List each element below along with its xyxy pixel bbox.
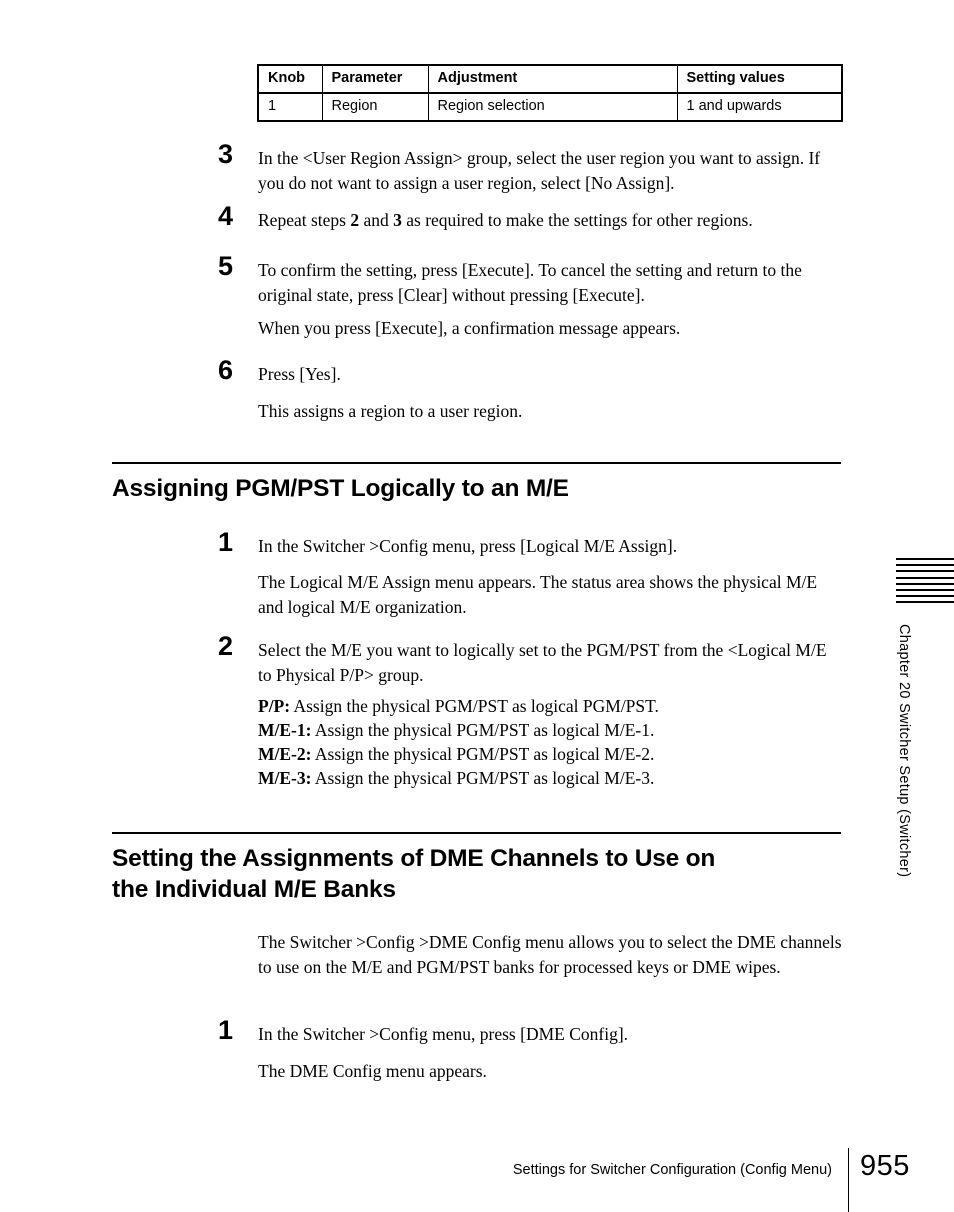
section-rule [112, 462, 841, 464]
step-6: 6 Press [Yes]. [218, 357, 843, 387]
cell-adjustment: Region selection [427, 93, 678, 121]
page-number: 955 [860, 1150, 910, 1182]
section-dme-channel-assignments: Setting the Assignments of DME Channels … [112, 832, 841, 905]
step-4-text-post: as required to make the settings for oth… [401, 210, 753, 230]
section-one-step-2-number: 2 [218, 631, 234, 661]
definition-item-me2: M/E-2: Assign the physical PGM/PST as lo… [258, 742, 843, 766]
column-header-setting-values: Setting values [676, 65, 842, 94]
column-header-parameter: Parameter [321, 65, 429, 94]
step-4-ref-a: 2 [350, 210, 360, 230]
parameter-table-container: Knob Parameter Adjustment Setting values… [257, 64, 843, 122]
step-4-ref-b: 3 [393, 210, 402, 230]
section-two-step-1-number: 1 [218, 1015, 234, 1045]
definition-term-me3: M/E-3: [258, 768, 312, 788]
cell-knob: 1 [258, 93, 323, 121]
step-3-number: 3 [218, 139, 234, 169]
section-one-step-1-note: The Logical M/E Assign menu appears. The… [258, 572, 818, 617]
stripe [896, 576, 954, 579]
section-heading-line-2: the Individual M/E Banks [112, 876, 396, 903]
section-one-step-1-number: 1 [218, 527, 234, 557]
definition-desc-me3: Assign the physical PGM/PST as logical M… [311, 768, 655, 788]
stripe [896, 582, 954, 585]
section-rule [112, 832, 841, 834]
step-4-number: 4 [218, 201, 234, 231]
footer-divider [848, 1148, 849, 1212]
stripe [896, 601, 954, 604]
section-assigning-pgm-pst: Assigning PGM/PST Logically to an M/E [112, 462, 841, 504]
parameter-table: Knob Parameter Adjustment Setting values… [257, 64, 843, 122]
definition-item-me1: M/E-1: Assign the physical PGM/PST as lo… [258, 718, 843, 742]
section-one-step-1-text: In the Switcher >Config menu, press [Log… [258, 536, 678, 556]
stripe [896, 595, 954, 598]
step-5: 5 To confirm the setting, press [Execute… [218, 253, 843, 308]
definition-term-pp: P/P: [258, 696, 291, 716]
chapter-tab-label: Chapter 20 Switcher Setup (Switcher) [896, 624, 912, 878]
table-row: 1 Region Region selection 1 and upwards [258, 93, 842, 121]
stripe [896, 558, 954, 560]
section-heading-line-1: Setting the Assignments of DME Channels … [112, 845, 716, 872]
definition-desc-me2: Assign the physical PGM/PST as logical M… [311, 744, 655, 764]
section-two-intro: The Switcher >Config >DME Config menu al… [258, 932, 842, 977]
step-5-number: 5 [218, 251, 234, 281]
stripe [896, 564, 954, 567]
chapter-tab: Chapter 20 Switcher Setup (Switcher) [896, 558, 954, 877]
chapter-tab-stripes [896, 558, 954, 608]
section-two-step-1: 1 In the Switcher >Config menu, press [D… [218, 1017, 843, 1047]
column-header-knob: Knob [258, 65, 323, 94]
step-5-text: To confirm the setting, press [Execute].… [258, 260, 802, 305]
section-two-step-1-note: The DME Config menu appears. [258, 1061, 487, 1081]
definition-term-me2: M/E-2: [258, 744, 312, 764]
step-3-text: In the <User Region Assign> group, selec… [258, 148, 821, 193]
section-two-step-1-text: In the Switcher >Config menu, press [DME… [258, 1024, 629, 1044]
footer-section-title: Settings for Switcher Configuration (Con… [512, 1162, 832, 1178]
step-6-note: This assigns a region to a user region. [258, 401, 523, 421]
section-one-step-1: 1 In the Switcher >Config menu, press [L… [218, 529, 843, 559]
column-header-adjustment: Adjustment [427, 65, 678, 94]
table-header-row: Knob Parameter Adjustment Setting values [258, 65, 842, 94]
step-4: 4 Repeat steps 2 and 3 as required to ma… [218, 203, 843, 233]
definition-item-me3: M/E-3: Assign the physical PGM/PST as lo… [258, 766, 843, 790]
definition-desc-pp: Assign the physical PGM/PST as logical P… [290, 696, 659, 716]
section-heading-dme-channel-assignments: Setting the Assignments of DME Channels … [112, 843, 841, 905]
stripe [896, 570, 954, 573]
step-6-text: Press [Yes]. [258, 364, 341, 384]
step-6-number: 6 [218, 355, 234, 385]
definition-item-pp: P/P: Assign the physical PGM/PST as logi… [258, 694, 843, 718]
cell-parameter: Region [321, 93, 429, 121]
page-footer: Settings for Switcher Configuration (Con… [0, 1148, 954, 1212]
step-3: 3 In the <User Region Assign> group, sel… [218, 141, 843, 196]
logical-me-definition-list: P/P: Assign the physical PGM/PST as logi… [258, 694, 843, 790]
cell-setting-values: 1 and upwards [676, 93, 842, 121]
definition-term-me1: M/E-1: [258, 720, 312, 740]
section-one-step-2-text: Select the M/E you want to logically set… [258, 640, 827, 685]
step-5-note: When you press [Execute], a confirmation… [258, 318, 681, 338]
section-heading-assigning-pgm-pst: Assigning PGM/PST Logically to an M/E [112, 475, 569, 502]
step-4-text-mid: and [359, 210, 394, 230]
stripe [896, 588, 954, 591]
step-4-text: Repeat steps 2 and 3 as required to make… [258, 208, 843, 233]
step-4-text-pre: Repeat steps [258, 210, 351, 230]
section-one-step-2: 2 Select the M/E you want to logically s… [218, 633, 843, 688]
definition-desc-me1: Assign the physical PGM/PST as logical M… [311, 720, 655, 740]
